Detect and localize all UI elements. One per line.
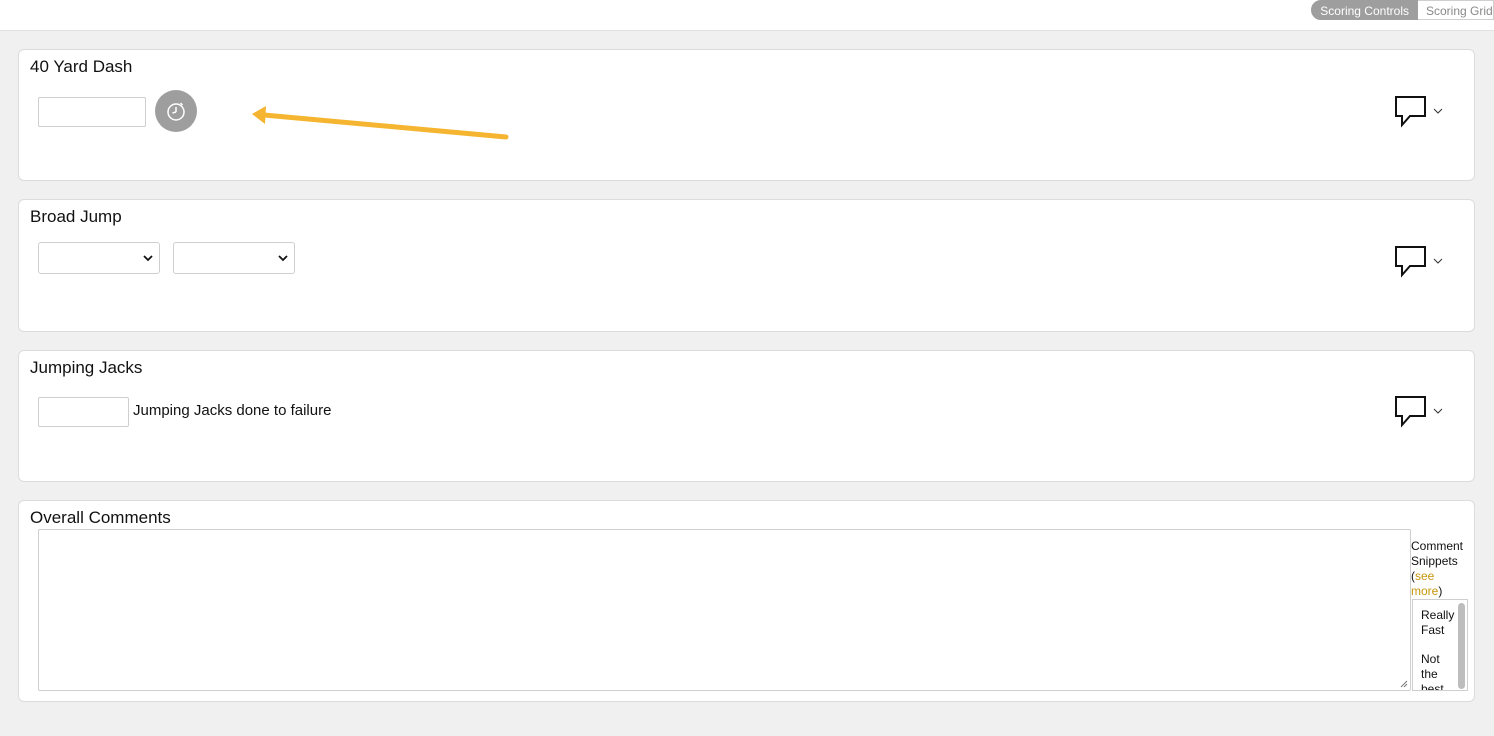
- card-40-yard-dash: 40 Yard Dash: [18, 49, 1475, 181]
- stopwatch-button[interactable]: [155, 90, 197, 132]
- chevron-down-icon: [1433, 258, 1443, 264]
- stopwatch-icon: [167, 102, 185, 121]
- view-toggle: Scoring Controls Scoring Grid: [1311, 0, 1494, 22]
- snippets-scrollbar[interactable]: [1458, 603, 1465, 689]
- card-title: Overall Comments: [30, 508, 171, 527]
- comment-bubble-icon: [1395, 96, 1426, 128]
- overall-comments-textarea[interactable]: [38, 529, 1411, 691]
- card-broad-jump: Broad Jump: [18, 199, 1475, 332]
- comment-bubble-icon: [1395, 396, 1426, 428]
- card-jumping-jacks: Jumping Jacks Jumping Jacks done to fail…: [18, 350, 1475, 482]
- comment-toggle[interactable]: [1394, 94, 1450, 128]
- comment-snippets-heading: Comment Snippets (see more): [1411, 539, 1473, 599]
- card-title: Jumping Jacks: [30, 358, 143, 377]
- tab-scoring-controls[interactable]: Scoring Controls: [1311, 0, 1418, 20]
- snippet-item[interactable]: Not the best at working: [1413, 652, 1457, 690]
- chevron-down-icon: [278, 255, 288, 262]
- card-overall-comments: Overall Comments Comment Snippets (see m…: [18, 500, 1475, 702]
- paren: ): [1438, 584, 1443, 598]
- comment-toggle[interactable]: [1394, 244, 1450, 278]
- chevron-down-icon: [1433, 108, 1443, 114]
- see-more-link[interactable]: see: [1415, 569, 1434, 583]
- snippets-heading-line: Comment: [1411, 539, 1464, 553]
- feet-select[interactable]: [38, 242, 160, 274]
- snippets-heading-line: Snippets: [1411, 554, 1458, 568]
- annotation-arrow-icon: [252, 106, 509, 140]
- reps-input[interactable]: [38, 397, 129, 427]
- chevron-down-icon: [143, 255, 153, 262]
- see-more-line: more): [1411, 584, 1473, 599]
- see-more-link[interactable]: more: [1411, 584, 1438, 598]
- reps-input-label: Jumping Jacks done to failure: [133, 402, 332, 419]
- card-title: 40 Yard Dash: [30, 57, 133, 76]
- see-more-line: (see: [1411, 569, 1473, 584]
- snippet-item[interactable]: Really Fast: [1413, 608, 1457, 638]
- card-title: Broad Jump: [30, 207, 122, 226]
- inches-select[interactable]: [173, 242, 295, 274]
- comment-snippets-list[interactable]: Really Fast Not the best at working: [1412, 599, 1468, 691]
- chevron-down-icon: [1433, 408, 1443, 414]
- tab-scoring-grid[interactable]: Scoring Grid: [1418, 0, 1494, 20]
- comment-toggle[interactable]: [1394, 394, 1450, 428]
- resize-grip-icon[interactable]: [1400, 680, 1408, 688]
- time-input[interactable]: [38, 97, 146, 127]
- comment-bubble-icon: [1395, 246, 1426, 278]
- top-bar: Scoring Controls Scoring Grid: [0, 0, 1494, 31]
